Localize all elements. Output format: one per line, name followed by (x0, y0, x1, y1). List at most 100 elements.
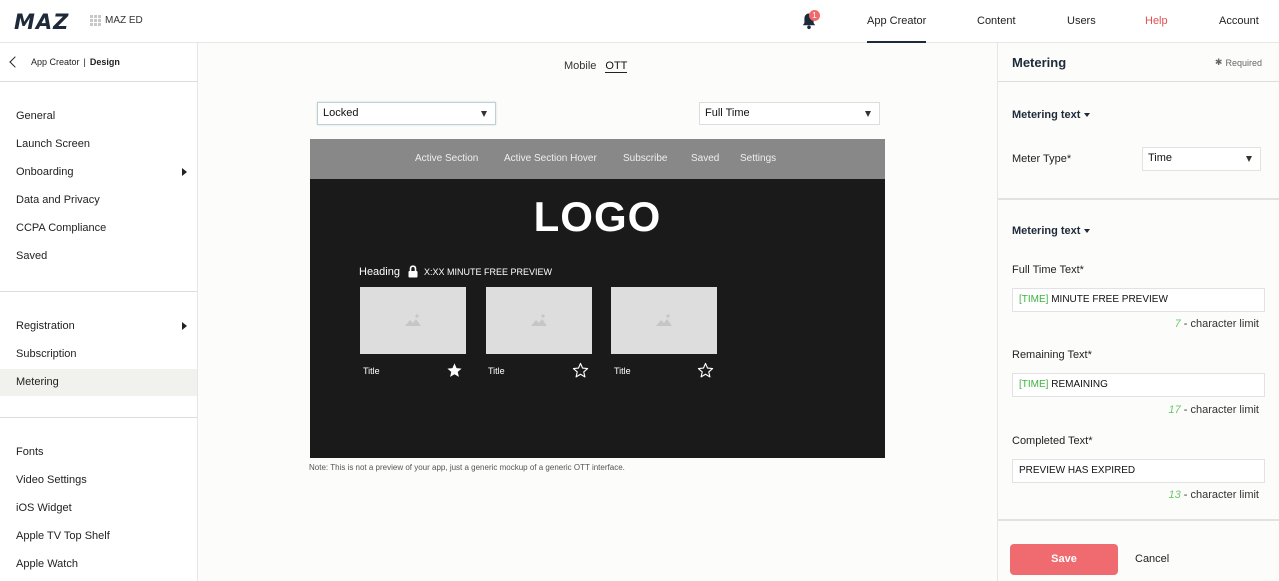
required-label: Required (1225, 57, 1262, 68)
image-placeholder-icon (531, 314, 547, 326)
character-limit: 7 - character limit (1175, 318, 1259, 330)
caret-down-icon (1084, 229, 1091, 233)
cancel-button[interactable]: Cancel (1135, 553, 1169, 565)
mockup-nav-item: Subscribe (623, 153, 668, 164)
sidebar-item-video-settings[interactable]: Video Settings (0, 467, 197, 494)
meter-type-label: Meter Type* (1012, 153, 1072, 165)
sidebar-item-subscription[interactable]: Subscription (0, 341, 197, 368)
notification-badge: 1 (809, 10, 820, 21)
sidebar-item-fonts[interactable]: Fonts (0, 439, 197, 466)
breadcrumb-current: Design (89, 57, 120, 67)
nav-help[interactable]: Help (1145, 0, 1168, 43)
sidebar-divider (0, 291, 197, 292)
chevron-right-icon (182, 322, 187, 330)
limit-count: 17 (1168, 404, 1181, 416)
star-outline-icon (572, 362, 589, 378)
nav-app-creator[interactable]: App Creator (867, 0, 927, 43)
mockup-card-title: Title (614, 366, 631, 376)
metering-settings-panel: Metering ✱ Required Metering text Meter … (997, 43, 1279, 581)
input-value: MINUTE FREE PREVIEW (1048, 294, 1168, 305)
breadcrumb-parent[interactable]: App Creator (31, 57, 80, 67)
sidebar-item-data-and-privacy[interactable]: Data and Privacy (0, 187, 197, 214)
chevron-right-icon (182, 168, 187, 176)
meter-type-value: Time (1148, 152, 1173, 164)
nav-users[interactable]: Users (1067, 0, 1096, 43)
meter-type-select[interactable]: Time (1142, 147, 1261, 171)
lock-state-value: Locked (323, 107, 359, 119)
meter-mode-value: Full Time (705, 107, 750, 119)
sidebar-item-onboarding[interactable]: Onboarding (0, 159, 197, 186)
input-value: REMAINING (1048, 379, 1108, 390)
image-placeholder-icon (405, 314, 421, 326)
mockup-heading-row: Heading X:XX MINUTE FREE PREVIEW (359, 265, 552, 278)
remaining-text-label: Remaining Text* (1012, 349, 1092, 361)
sidebar: App Creator | Design General Launch Scre… (0, 43, 198, 581)
section-title: Metering text (1012, 109, 1081, 121)
required-legend: ✱ Required (1215, 57, 1262, 68)
nav-account[interactable]: Account (1219, 0, 1259, 43)
panel-header: Metering ✱ Required (998, 43, 1279, 82)
tab-mobile[interactable]: Mobile (564, 60, 596, 73)
mockup-card (360, 287, 466, 354)
limit-count: 13 (1168, 489, 1181, 501)
grid-icon (90, 15, 101, 26)
limit-text: - character limit (1180, 404, 1259, 416)
asterisk-icon: ✱ (1214, 57, 1223, 67)
star-filled-icon (447, 363, 462, 377)
org-switcher[interactable]: MAZ ED (90, 15, 143, 26)
sidebar-item-apple-tv-top-shelf[interactable]: Apple TV Top Shelf (0, 523, 197, 550)
ott-mockup-preview: Active Section Active Section Hover Subs… (310, 139, 885, 458)
back-chevron-icon[interactable] (9, 56, 21, 68)
mockup-logo: LOGO (533, 193, 662, 240)
sidebar-item-apple-watch[interactable]: Apple Watch (0, 551, 197, 578)
section-toggle-metering-text[interactable]: Metering text (1012, 109, 1091, 121)
save-button[interactable]: Save (1010, 544, 1118, 575)
completed-text-input[interactable]: PREVIEW HAS EXPIRED (1012, 459, 1265, 483)
top-bar: MAZ MAZ ED 1 App Creator Content Users H… (0, 0, 1279, 43)
input-value: PREVIEW HAS EXPIRED (1019, 465, 1136, 476)
time-token: [TIME] (1019, 294, 1049, 305)
limit-text: - character limit (1180, 318, 1259, 330)
nav-content[interactable]: Content (977, 0, 1016, 43)
completed-text-label: Completed Text* (1012, 435, 1093, 447)
mockup-card-title: Title (488, 366, 505, 376)
mockup-card (611, 287, 717, 354)
caret-down-icon (481, 111, 487, 117)
org-name: MAZ ED (105, 15, 143, 26)
platform-tabs: Mobile OTT (564, 60, 628, 73)
section-toggle-metering-text[interactable]: Metering text (1012, 225, 1091, 237)
panel-divider (998, 198, 1279, 200)
mockup-nav-bar: Active Section Active Section Hover Subs… (310, 139, 885, 179)
panel-title: Metering (1012, 55, 1067, 70)
caret-down-icon (865, 111, 871, 117)
mockup-disclaimer: Note: This is not a preview of your app,… (309, 463, 625, 472)
sidebar-item-metering[interactable]: Metering (0, 369, 197, 396)
sidebar-item-saved[interactable]: Saved (0, 243, 197, 270)
caret-down-icon (1084, 113, 1091, 117)
remaining-text-input[interactable]: [TIME] REMAINING (1012, 373, 1265, 397)
sidebar-item-label: Onboarding (16, 166, 74, 178)
meter-mode-select[interactable]: Full Time (699, 102, 880, 125)
breadcrumb: App Creator | Design (0, 43, 198, 82)
sidebar-item-general[interactable]: General (0, 103, 197, 130)
character-limit: 13 - character limit (1169, 489, 1260, 501)
sidebar-item-label: Registration (16, 320, 75, 332)
caret-down-icon (1246, 156, 1252, 162)
mockup-nav-item: Active Section (415, 153, 479, 164)
brand-logo[interactable]: MAZ (14, 10, 69, 34)
sidebar-item-registration[interactable]: Registration (0, 313, 197, 340)
star-outline-icon (697, 362, 714, 378)
lock-state-select[interactable]: Locked (317, 102, 496, 125)
mockup-card (486, 287, 592, 354)
character-limit: 17 - character limit (1169, 404, 1260, 416)
sidebar-item-launch-screen[interactable]: Launch Screen (0, 131, 197, 158)
sidebar-item-ccpa-compliance[interactable]: CCPA Compliance (0, 215, 197, 242)
breadcrumb-separator: | (83, 57, 86, 67)
tab-ott[interactable]: OTT (605, 60, 628, 73)
sidebar-item-ios-widget[interactable]: iOS Widget (0, 495, 197, 522)
full-time-text-label: Full Time Text* (1012, 264, 1084, 276)
mockup-nav-item: Settings (740, 153, 777, 164)
full-time-text-input[interactable]: [TIME] MINUTE FREE PREVIEW (1012, 288, 1265, 312)
mockup-card-title: Title (363, 366, 380, 376)
section-title: Metering text (1012, 225, 1081, 237)
